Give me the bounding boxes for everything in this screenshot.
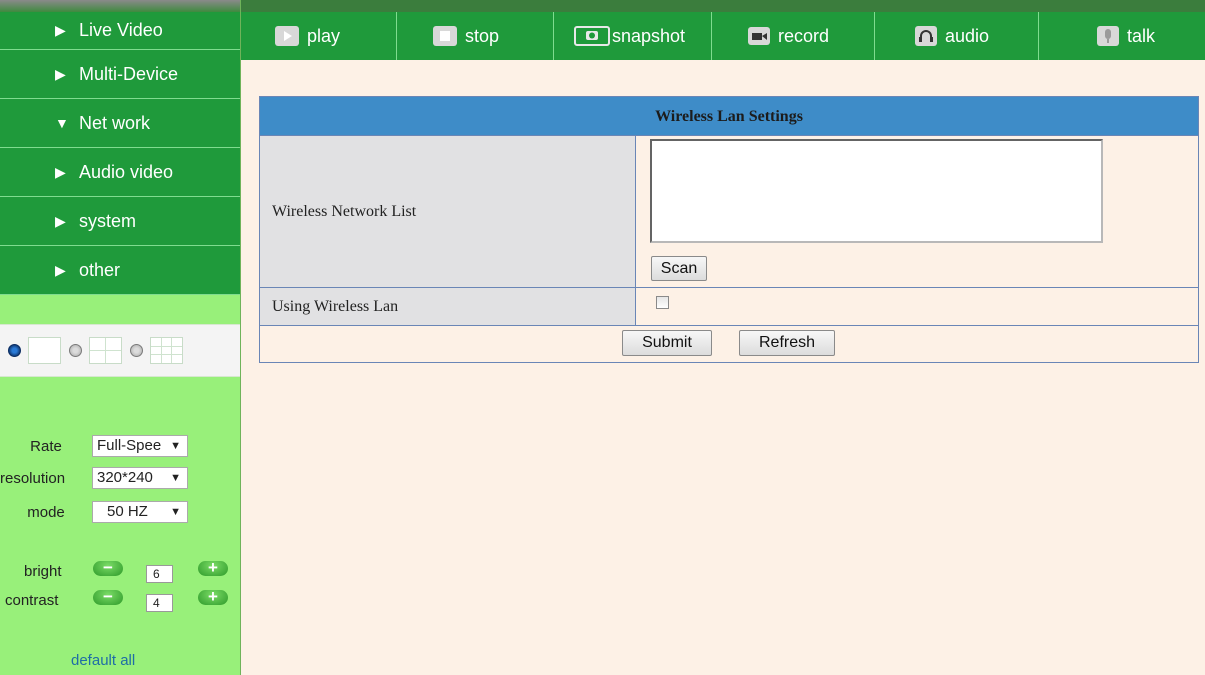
- resolution-select[interactable]: 320*240 ▼: [92, 467, 188, 489]
- talk-label: talk: [1127, 25, 1156, 46]
- camera-icon: [574, 26, 610, 46]
- play-button[interactable]: play: [241, 12, 397, 60]
- refresh-button[interactable]: Refresh: [739, 330, 835, 356]
- single-view-icon[interactable]: [28, 337, 61, 364]
- sidebar-top-strip: [0, 0, 240, 12]
- microphone-icon: [1097, 26, 1119, 46]
- network-list-label: Wireless Network List: [260, 136, 636, 287]
- record-button[interactable]: record: [712, 12, 875, 60]
- menu-item-audio-video[interactable]: ▶ Audio video: [0, 148, 240, 197]
- scan-button[interactable]: Scan: [651, 256, 707, 281]
- menu-item-network[interactable]: ▼ Net work: [0, 99, 240, 148]
- bright-value[interactable]: 6: [146, 565, 173, 583]
- menu-item-label: other: [79, 259, 121, 280]
- resolution-row: resolution 320*240 ▼: [0, 466, 240, 490]
- menu-item-other[interactable]: ▶ other: [0, 246, 240, 295]
- contrast-plus-button[interactable]: +: [198, 588, 228, 605]
- split-9-radio[interactable]: [130, 344, 143, 357]
- menu-item-multi-device[interactable]: ▶ Multi-Device: [0, 50, 240, 99]
- split-4-radio[interactable]: [69, 344, 82, 357]
- network-list-cell: Scan: [636, 136, 1198, 287]
- stop-button[interactable]: stop: [397, 12, 554, 60]
- audio-button[interactable]: audio: [875, 12, 1039, 60]
- contrast-label: contrast: [5, 592, 59, 609]
- split-view-selector: [0, 324, 240, 377]
- record-label: record: [778, 25, 830, 46]
- right-triangle-icon: ▶: [55, 261, 66, 278]
- action-row: Submit Refresh: [260, 326, 1198, 362]
- audio-label: audio: [945, 25, 990, 46]
- right-triangle-icon: ▶: [55, 65, 66, 82]
- stop-label: stop: [465, 25, 500, 46]
- right-triangle-icon: ▶: [55, 22, 66, 38]
- bright-label: bright: [24, 563, 62, 580]
- stop-icon: [433, 26, 457, 46]
- bright-plus-button[interactable]: +: [198, 559, 228, 576]
- using-wireless-row: Using Wireless Lan: [260, 288, 1198, 326]
- quad-view-icon[interactable]: [89, 337, 122, 364]
- menu-item-label: Net work: [79, 112, 151, 133]
- talk-button[interactable]: talk: [1039, 12, 1205, 60]
- menu-item-label: Multi-Device: [79, 63, 179, 84]
- video-camera-icon: [748, 27, 770, 45]
- play-icon: [275, 26, 299, 46]
- menu-item-system[interactable]: ▶ system: [0, 197, 240, 246]
- snapshot-button[interactable]: snapshot: [554, 12, 712, 60]
- mode-value: 50 HZ: [107, 503, 148, 520]
- mode-select[interactable]: 50 HZ ▼: [92, 501, 188, 523]
- down-triangle-icon: ▼: [55, 115, 69, 131]
- chevron-down-icon: ▼: [170, 472, 181, 484]
- settings-title: Wireless Lan Settings: [260, 97, 1198, 136]
- bright-minus-button[interactable]: −: [93, 559, 123, 576]
- menu-item-label: Audio video: [79, 161, 174, 182]
- sidebar: ▶ Live Video ▶ Multi-Device ▼ Net work ▶…: [0, 0, 241, 675]
- nine-view-icon[interactable]: [150, 337, 183, 364]
- mode-label: mode: [27, 503, 65, 521]
- chevron-down-icon: ▼: [170, 506, 181, 518]
- play-label: play: [307, 25, 341, 46]
- rate-row: Rate Full-Spee ▼: [0, 434, 240, 458]
- rate-value: Full-Spee: [97, 437, 162, 454]
- right-triangle-icon: ▶: [55, 212, 66, 229]
- using-wireless-label: Using Wireless Lan: [260, 288, 636, 325]
- network-list-row: Wireless Network List Scan: [260, 136, 1198, 288]
- resolution-label: resolution: [0, 469, 66, 487]
- split-1-radio[interactable]: [8, 344, 21, 357]
- bright-row: bright − 6 +: [0, 559, 240, 583]
- snapshot-label: snapshot: [612, 25, 686, 46]
- rate-label: Rate: [30, 437, 62, 455]
- chevron-down-icon: ▼: [170, 440, 181, 452]
- right-triangle-icon: ▶: [55, 163, 66, 180]
- resolution-value: 320*240: [97, 469, 153, 486]
- headphones-icon: [915, 26, 937, 46]
- rate-select[interactable]: Full-Spee ▼: [92, 435, 188, 457]
- contrast-minus-button[interactable]: −: [93, 588, 123, 605]
- mode-row: mode 50 HZ ▼: [0, 500, 240, 524]
- menu-item-live-video[interactable]: ▶ Live Video: [0, 12, 240, 50]
- wireless-network-listbox[interactable]: [650, 139, 1103, 243]
- menu-item-label: system: [79, 210, 137, 231]
- toolbar: play stop snapshot record audio talk: [241, 0, 1205, 60]
- contrast-value[interactable]: 4: [146, 594, 173, 612]
- wireless-settings-table: Wireless Lan Settings Wireless Network L…: [259, 96, 1199, 363]
- contrast-row: contrast − 4 +: [0, 588, 240, 612]
- submit-button[interactable]: Submit: [622, 330, 712, 356]
- default-all-link[interactable]: default all: [71, 652, 135, 669]
- using-wireless-checkbox[interactable]: [656, 296, 669, 309]
- using-wireless-cell: [636, 288, 1198, 325]
- menu-item-label: Live Video: [79, 20, 163, 40]
